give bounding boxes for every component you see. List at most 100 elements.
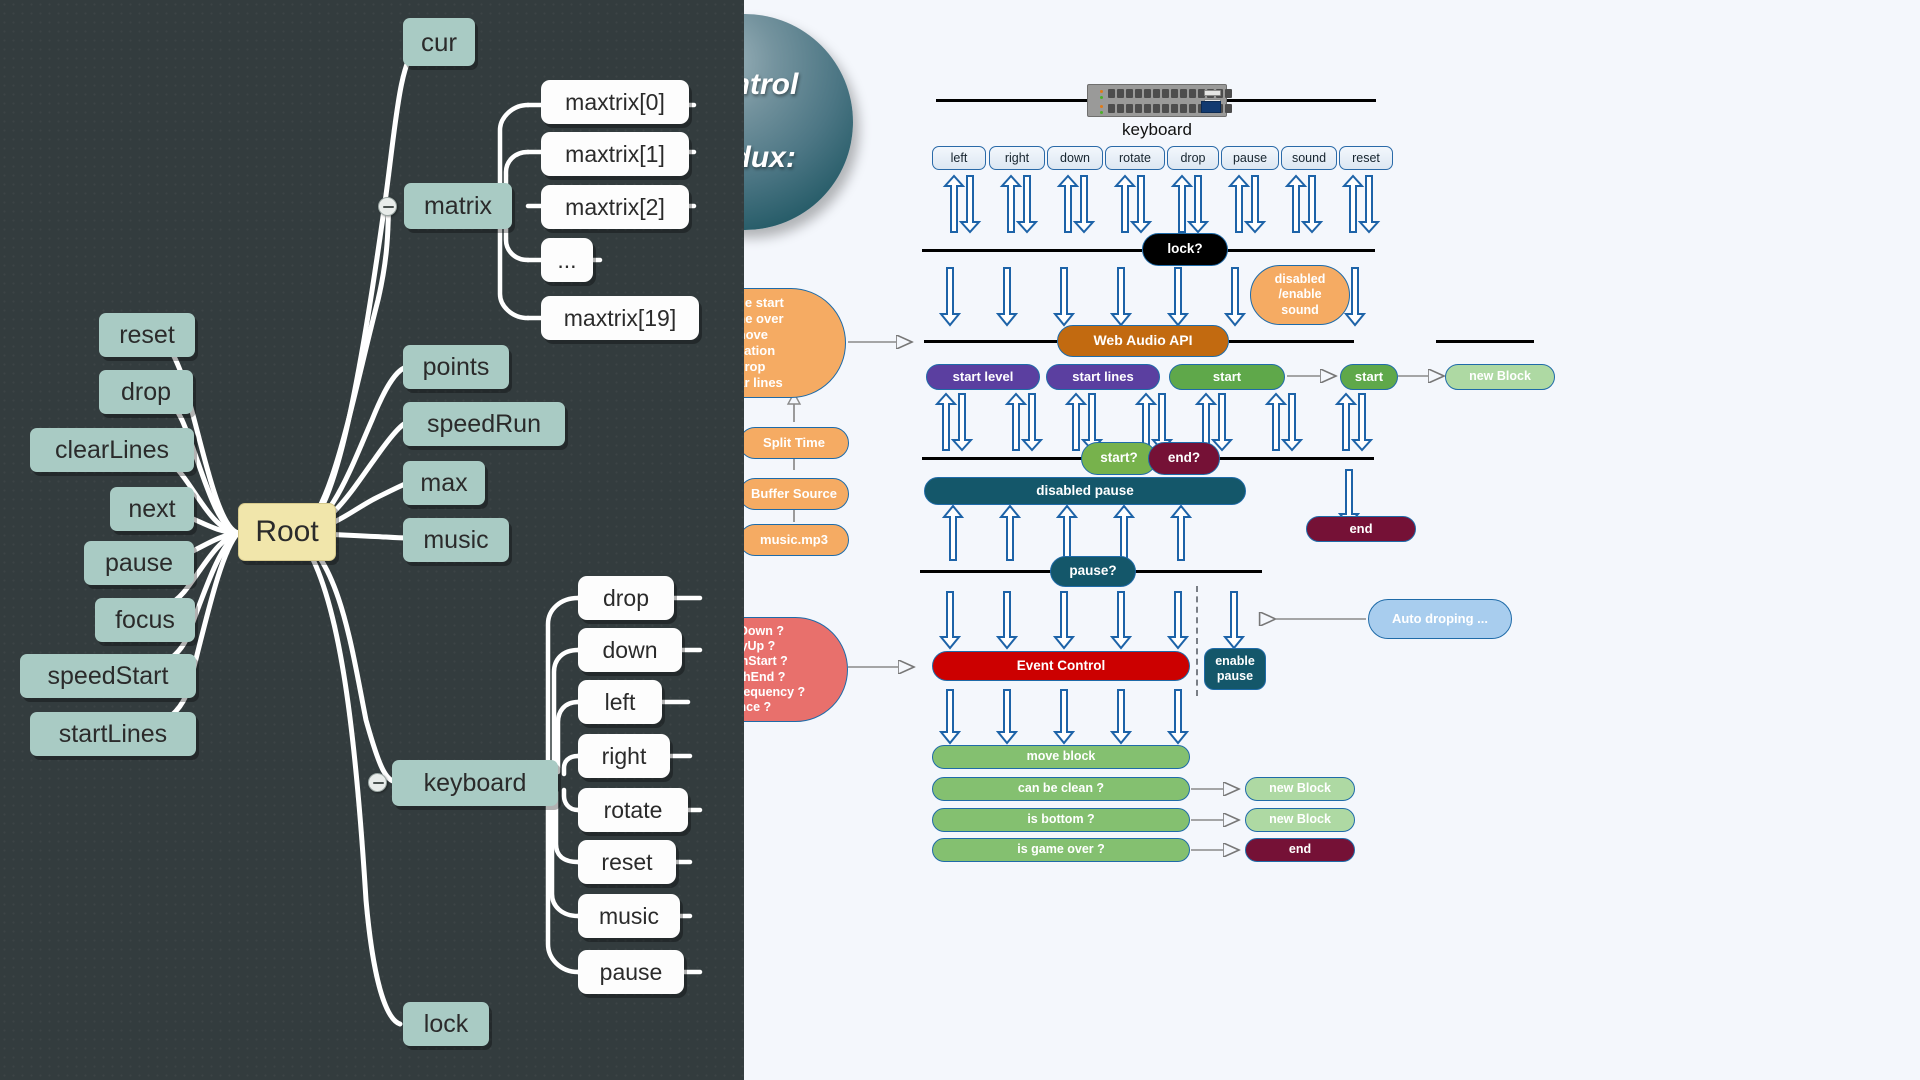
node-start-lines[interactable]: start lines bbox=[1046, 364, 1160, 390]
mindmap-node-matrix[interactable]: matrix bbox=[404, 183, 512, 229]
mindmap-node-matrix-child[interactable]: maxtrix[19] bbox=[541, 296, 699, 340]
key-button-label: pause bbox=[1232, 151, 1268, 165]
node-start-green[interactable]: start bbox=[1169, 364, 1285, 390]
key-button-pause[interactable]: pause bbox=[1221, 146, 1279, 170]
rail-audio-right bbox=[1229, 340, 1354, 343]
mindmap-node-next[interactable]: next bbox=[110, 487, 194, 531]
key-button-label: right bbox=[1004, 151, 1030, 165]
flow-panel: Control Redux: keyboard bbox=[744, 0, 1920, 1080]
node-label: can be clean ? bbox=[1017, 781, 1105, 796]
mindmap-node-startlines[interactable]: startLines bbox=[30, 712, 196, 756]
node-label: game start game over move rotation drop … bbox=[744, 295, 784, 390]
mindmap-node-label: reset bbox=[119, 320, 175, 349]
node-end[interactable]: end bbox=[1306, 516, 1416, 542]
mindmap-node-max[interactable]: max bbox=[403, 461, 485, 505]
node-label: move block bbox=[1026, 749, 1096, 764]
node-label: disabled /enable sound bbox=[1274, 272, 1326, 317]
node-web-audio-api[interactable]: Web Audio API bbox=[1057, 325, 1229, 357]
node-event-control[interactable]: Event Control bbox=[932, 651, 1190, 681]
mindmap-node-label: left bbox=[604, 688, 636, 715]
mindmap-node-focus[interactable]: focus bbox=[95, 598, 195, 642]
node-label: keyDown ? keyUp ? touchStart ? touchEnd … bbox=[744, 623, 806, 714]
mindmap-node-music[interactable]: music bbox=[403, 518, 509, 562]
mindmap-node-speedrun[interactable]: speedRun bbox=[403, 402, 565, 446]
mindmap-node-keyboard-child[interactable]: left bbox=[578, 680, 662, 724]
mindmap-node-speedstart[interactable]: speedStart bbox=[20, 654, 196, 698]
mindmap-node-cur[interactable]: cur bbox=[403, 18, 475, 66]
node-label: is game over ? bbox=[1017, 842, 1105, 857]
node-can-be-clean[interactable]: can be clean ? bbox=[932, 777, 1190, 801]
mindmap-node-label: ... bbox=[557, 246, 577, 273]
key-button-reset[interactable]: reset bbox=[1339, 146, 1393, 170]
node-music-file[interactable]: music.mp3 bbox=[744, 524, 849, 556]
mindmap-collapse-keyboard[interactable] bbox=[368, 773, 387, 792]
mindmap-node-label: clearLines bbox=[55, 435, 169, 464]
mindmap-node-matrix-child[interactable]: maxtrix[1] bbox=[541, 132, 689, 176]
node-is-game-over[interactable]: is game over ? bbox=[932, 838, 1190, 862]
mindmap-node-reset[interactable]: reset bbox=[99, 313, 195, 357]
mindmap-collapse-matrix[interactable] bbox=[378, 197, 397, 216]
node-new-block-2[interactable]: new Block bbox=[1245, 808, 1355, 832]
mindmap-root-label: Root bbox=[255, 515, 319, 548]
mindmap-node-root[interactable]: Root bbox=[238, 503, 336, 561]
mindmap-node-keyboard[interactable]: keyboard bbox=[392, 760, 558, 806]
node-enable-pause[interactable]: enable pause bbox=[1204, 648, 1266, 690]
node-label: end bbox=[1288, 842, 1312, 857]
key-button-left[interactable]: left bbox=[932, 146, 986, 170]
key-button-label: sound bbox=[1291, 151, 1327, 165]
node-new-block-top[interactable]: new Block bbox=[1445, 364, 1555, 390]
node-start-green-2[interactable]: start bbox=[1340, 364, 1398, 390]
node-disabled-pause[interactable]: disabled pause bbox=[924, 477, 1246, 505]
mindmap-node-label: right bbox=[601, 742, 647, 769]
node-label: Web Audio API bbox=[1093, 332, 1193, 349]
node-split-time[interactable]: Split Time bbox=[744, 427, 849, 459]
mindmap-node-label: points bbox=[422, 352, 490, 381]
node-end-bottom[interactable]: end bbox=[1245, 838, 1355, 862]
key-button-drop[interactable]: drop bbox=[1167, 146, 1219, 170]
key-button-label: drop bbox=[1180, 151, 1206, 165]
node-label: start lines bbox=[1072, 369, 1134, 385]
mindmap-node-keyboard-child[interactable]: right bbox=[578, 734, 670, 778]
mindmap-node-keyboard-child[interactable]: music bbox=[578, 894, 680, 938]
node-key-events[interactable]: keyDown ? keyUp ? touchStart ? touchEnd … bbox=[744, 617, 848, 722]
key-button-right[interactable]: right bbox=[989, 146, 1045, 170]
node-disabled-enable-sound[interactable]: disabled /enable sound bbox=[1250, 265, 1350, 325]
key-button-sound[interactable]: sound bbox=[1281, 146, 1337, 170]
key-button-label: rotate bbox=[1119, 151, 1151, 165]
node-start-question[interactable]: start? bbox=[1081, 442, 1157, 475]
mindmap-node-matrix-child[interactable]: maxtrix[2] bbox=[541, 185, 689, 229]
rail-top-right bbox=[1221, 99, 1376, 102]
node-label: start bbox=[1212, 369, 1242, 385]
mindmap-node-label: speedStart bbox=[47, 661, 169, 690]
mindmap-node-keyboard-child[interactable]: rotate bbox=[578, 788, 688, 832]
node-auto-droping[interactable]: Auto droping ... bbox=[1368, 599, 1512, 639]
mindmap-node-pause[interactable]: pause bbox=[84, 541, 194, 585]
mindmap-node-label: startLines bbox=[58, 719, 168, 748]
mindmap-node-drop[interactable]: drop bbox=[99, 370, 193, 414]
keyboard-device-icon bbox=[1087, 84, 1232, 117]
key-button-rotate[interactable]: rotate bbox=[1105, 146, 1165, 170]
node-pause-question[interactable]: pause? bbox=[1050, 556, 1136, 587]
node-lock-question[interactable]: lock? bbox=[1142, 233, 1228, 266]
key-button-down[interactable]: down bbox=[1047, 146, 1103, 170]
mindmap-node-keyboard-child[interactable]: reset bbox=[578, 840, 676, 884]
mindmap-node-keyboard-child[interactable]: down bbox=[578, 628, 682, 672]
rail-audio-far bbox=[1436, 340, 1534, 343]
node-label: lock? bbox=[1167, 241, 1203, 257]
node-move-block[interactable]: move block bbox=[932, 745, 1190, 769]
mindmap-node-lock[interactable]: lock bbox=[403, 1002, 489, 1046]
node-end-question[interactable]: end? bbox=[1148, 442, 1220, 475]
mindmap-node-matrix-child[interactable]: ... bbox=[541, 238, 593, 282]
keyboard-caption: keyboard bbox=[1122, 120, 1192, 139]
mindmap-node-points[interactable]: points bbox=[403, 345, 509, 389]
node-buffer-source[interactable]: Buffer Source bbox=[744, 478, 849, 510]
mindmap-node-keyboard-child[interactable]: drop bbox=[578, 576, 674, 620]
mindmap-node-label: down bbox=[602, 636, 658, 663]
node-start-level[interactable]: start level bbox=[926, 364, 1040, 390]
mindmap-node-clearlines[interactable]: clearLines bbox=[30, 428, 194, 472]
node-is-bottom[interactable]: is bottom ? bbox=[932, 808, 1190, 832]
node-new-block-1[interactable]: new Block bbox=[1245, 777, 1355, 801]
mindmap-node-keyboard-child[interactable]: pause bbox=[578, 950, 684, 994]
node-label: pause? bbox=[1069, 563, 1117, 579]
mindmap-node-matrix-child[interactable]: maxtrix[0] bbox=[541, 80, 689, 124]
